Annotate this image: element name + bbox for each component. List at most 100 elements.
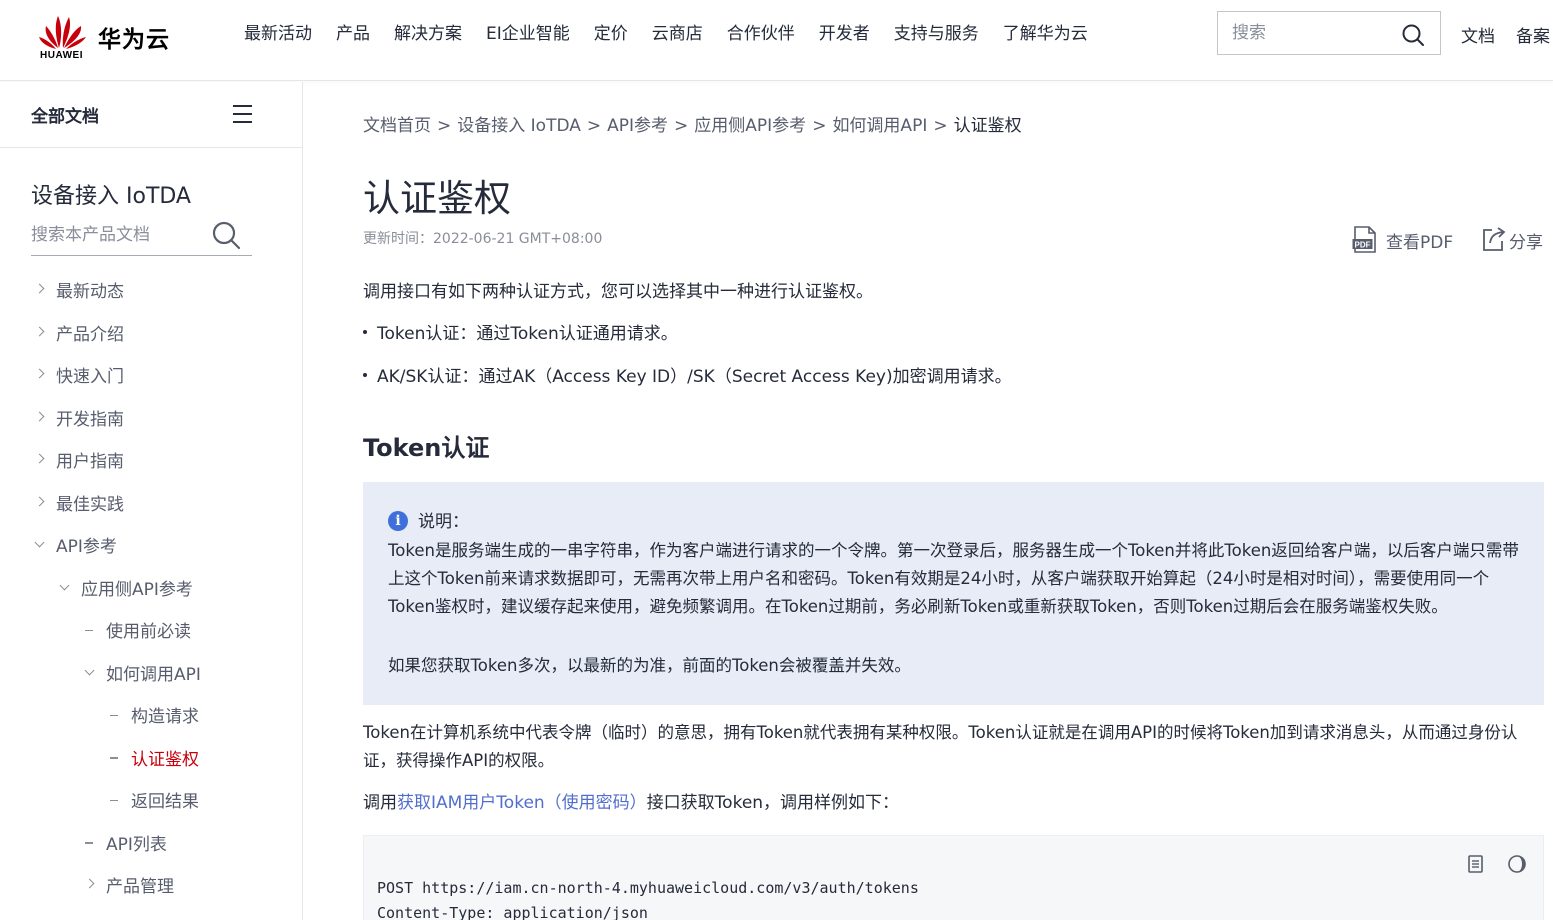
product-search-input[interactable]	[31, 224, 201, 246]
copy-icon[interactable]	[1467, 854, 1485, 874]
sidebar-item[interactable]: API列表	[0, 828, 300, 858]
sidebar-item-label: 应用侧API参考	[81, 579, 193, 600]
bullet-icon	[363, 373, 367, 377]
sidebar-item-label: 产品介绍	[56, 324, 124, 345]
view-pdf-label: 查看PDF	[1386, 233, 1454, 253]
chevron-right-icon	[31, 492, 47, 512]
sidebar-item-label: 最佳实践	[56, 494, 124, 515]
all-docs-title[interactable]: 全部文档	[31, 102, 99, 127]
sidebar-item[interactable]: 如何调用API	[0, 658, 300, 688]
code-line: POST https://iam.cn-north-4.myhuaweiclou…	[377, 879, 919, 897]
sidebar-item[interactable]: 最新动态	[0, 275, 300, 305]
iam-token-link[interactable]: 获取IAM用户Token（使用密码）	[397, 793, 647, 813]
sidebar-item-label: 返回结果	[131, 792, 199, 812]
sidebar-item-label: API参考	[56, 537, 117, 557]
doc-sidebar: 全部文档 设备接入 IoTDA 最新动态产品介绍快速入门开发指南用户指南最佳实践…	[0, 82, 303, 920]
docs-link[interactable]: 文档	[1461, 22, 1495, 47]
dash-icon	[106, 789, 122, 809]
sidebar-item-label: 用户指南	[56, 452, 124, 472]
note-label: 说明：	[418, 512, 469, 532]
sidebar-item[interactable]: 快速入门	[0, 360, 300, 390]
breadcrumb-item[interactable]: 如何调用API	[832, 116, 927, 136]
list-item: Token认证：通过Token认证通用请求。	[363, 320, 678, 348]
sidebar-item[interactable]: 最佳实践	[0, 488, 300, 518]
list-item: AK/SK认证：通过AK（Access Key ID）/SK（Secret Ac…	[363, 363, 1012, 391]
huawei-cloud-logo[interactable]: HUAWEI 华为云	[36, 12, 176, 62]
note-text-secondary: 如果您获取Token多次，以最新的为准，前面的Token会被覆盖并失效。	[388, 656, 911, 675]
main-nav: 最新活动 产品 解决方案 EI企业智能 定价 云商店 合作伙伴 开发者 支持与服…	[244, 22, 1112, 46]
call-prefix: 调用	[363, 793, 397, 813]
sidebar-header: 全部文档	[0, 82, 302, 148]
call-paragraph: 调用获取IAM用户Token（使用密码）接口获取Token，调用样例如下：	[363, 789, 899, 817]
sidebar-item[interactable]: 认证鉴权	[0, 743, 300, 773]
breadcrumb-current: 认证鉴权	[953, 116, 1022, 136]
breadcrumb-item[interactable]: 设备接入 IoTDA	[457, 116, 581, 136]
page-title: 认证鉴权	[363, 177, 511, 220]
sidebar-item-label: 最新动态	[56, 282, 124, 302]
note-box: i 说明： Token是服务端生成的一串字符串，作为客户端进行请求的一个令牌。第…	[363, 482, 1544, 705]
chevron-down-icon	[31, 534, 47, 554]
section-heading: Token认证	[363, 434, 490, 462]
breadcrumb-item[interactable]: 文档首页	[363, 116, 431, 136]
info-icon: i	[388, 511, 408, 531]
search-icon[interactable]	[1401, 23, 1425, 47]
nav-item-about[interactable]: 了解华为云	[1003, 22, 1088, 46]
theme-toggle-icon[interactable]	[1507, 854, 1527, 874]
global-search-input[interactable]	[1232, 21, 1402, 45]
breadcrumb-separator: >	[586, 116, 602, 136]
breadcrumb-item[interactable]: 应用侧API参考	[694, 116, 806, 136]
sidebar-item[interactable]: API参考	[0, 530, 300, 560]
chevron-down-icon	[56, 577, 72, 597]
nav-item-pricing[interactable]: 定价	[594, 22, 628, 46]
product-search	[31, 218, 252, 256]
nav-item-products[interactable]: 产品	[336, 22, 370, 46]
product-title[interactable]: 设备接入 IoTDA	[31, 178, 191, 210]
sidebar-item-label: 产品管理	[106, 877, 174, 897]
intro-paragraph: 调用接口有如下两种认证方式，您可以选择其中一种进行认证鉴权。	[363, 282, 873, 302]
nav-item-partners[interactable]: 合作伙伴	[727, 22, 795, 46]
call-suffix: 接口获取Token，调用样例如下：	[646, 793, 900, 813]
beian-link[interactable]: 备案	[1516, 22, 1550, 47]
code-block: POST https://iam.cn-north-4.myhuaweiclou…	[363, 835, 1544, 920]
dash-icon	[81, 619, 97, 639]
breadcrumb-separator: >	[674, 116, 689, 136]
sidebar-item[interactable]: 产品管理	[0, 870, 300, 900]
sidebar-item[interactable]: 用户指南	[0, 445, 300, 475]
share-icon	[1483, 227, 1506, 251]
chevron-right-icon	[31, 364, 47, 384]
sidebar-item[interactable]: 产品介绍	[0, 318, 300, 348]
note-text: Token是服务端生成的一串字符串，作为客户端进行请求的一个令牌。第一次登录后，…	[388, 541, 1519, 616]
chevron-right-icon	[31, 407, 47, 427]
search-icon[interactable]	[211, 220, 241, 250]
brand-name: 华为云	[98, 27, 170, 53]
pdf-icon: PDF	[1352, 226, 1376, 253]
sidebar-item-label: 构造请求	[131, 707, 199, 727]
sidebar-item[interactable]: 开发指南	[0, 403, 300, 433]
sidebar-item[interactable]: 使用前必读	[0, 615, 300, 645]
sidebar-item[interactable]: 返回结果	[0, 785, 300, 815]
top-header: HUAWEI 华为云 最新活动 产品 解决方案 EI企业智能 定价 云商店 合作…	[0, 0, 1553, 81]
menu-icon[interactable]	[233, 105, 253, 123]
nav-item-marketplace[interactable]: 云商店	[652, 22, 703, 46]
breadcrumb-item[interactable]: API参考	[607, 116, 668, 136]
sidebar-item-label: 使用前必读	[106, 622, 191, 642]
nav-item-activities[interactable]: 最新活动	[244, 22, 312, 46]
sidebar-item[interactable]: 构造请求	[0, 700, 300, 730]
chevron-right-icon	[81, 874, 97, 894]
sidebar-item-label: 如何调用API	[106, 664, 201, 685]
breadcrumb-separator: >	[437, 116, 452, 136]
nav-item-ei[interactable]: EI企业智能	[486, 22, 570, 46]
nav-item-support[interactable]: 支持与服务	[894, 22, 979, 46]
bullet-icon	[363, 330, 367, 334]
sidebar-item-label: 开发指南	[56, 409, 124, 430]
dash-icon	[81, 832, 97, 852]
breadcrumb-separator: >	[812, 116, 827, 136]
doc-content: 文档首页 > 设备接入 IoTDA > API参考 > 应用侧API参考 > 如何调用API > 认…	[303, 82, 1553, 920]
nav-item-solutions[interactable]: 解决方案	[394, 22, 462, 46]
sidebar-item[interactable]: 应用侧API参考	[0, 573, 300, 603]
chevron-right-icon	[31, 449, 47, 469]
nav-item-developers[interactable]: 开发者	[819, 22, 870, 46]
huawei-flower-icon	[39, 16, 86, 49]
bullet-text: Token认证：通过Token认证通用请求。	[377, 324, 678, 344]
update-time: 更新时间：2022-06-21 GMT+08:00	[363, 231, 603, 247]
